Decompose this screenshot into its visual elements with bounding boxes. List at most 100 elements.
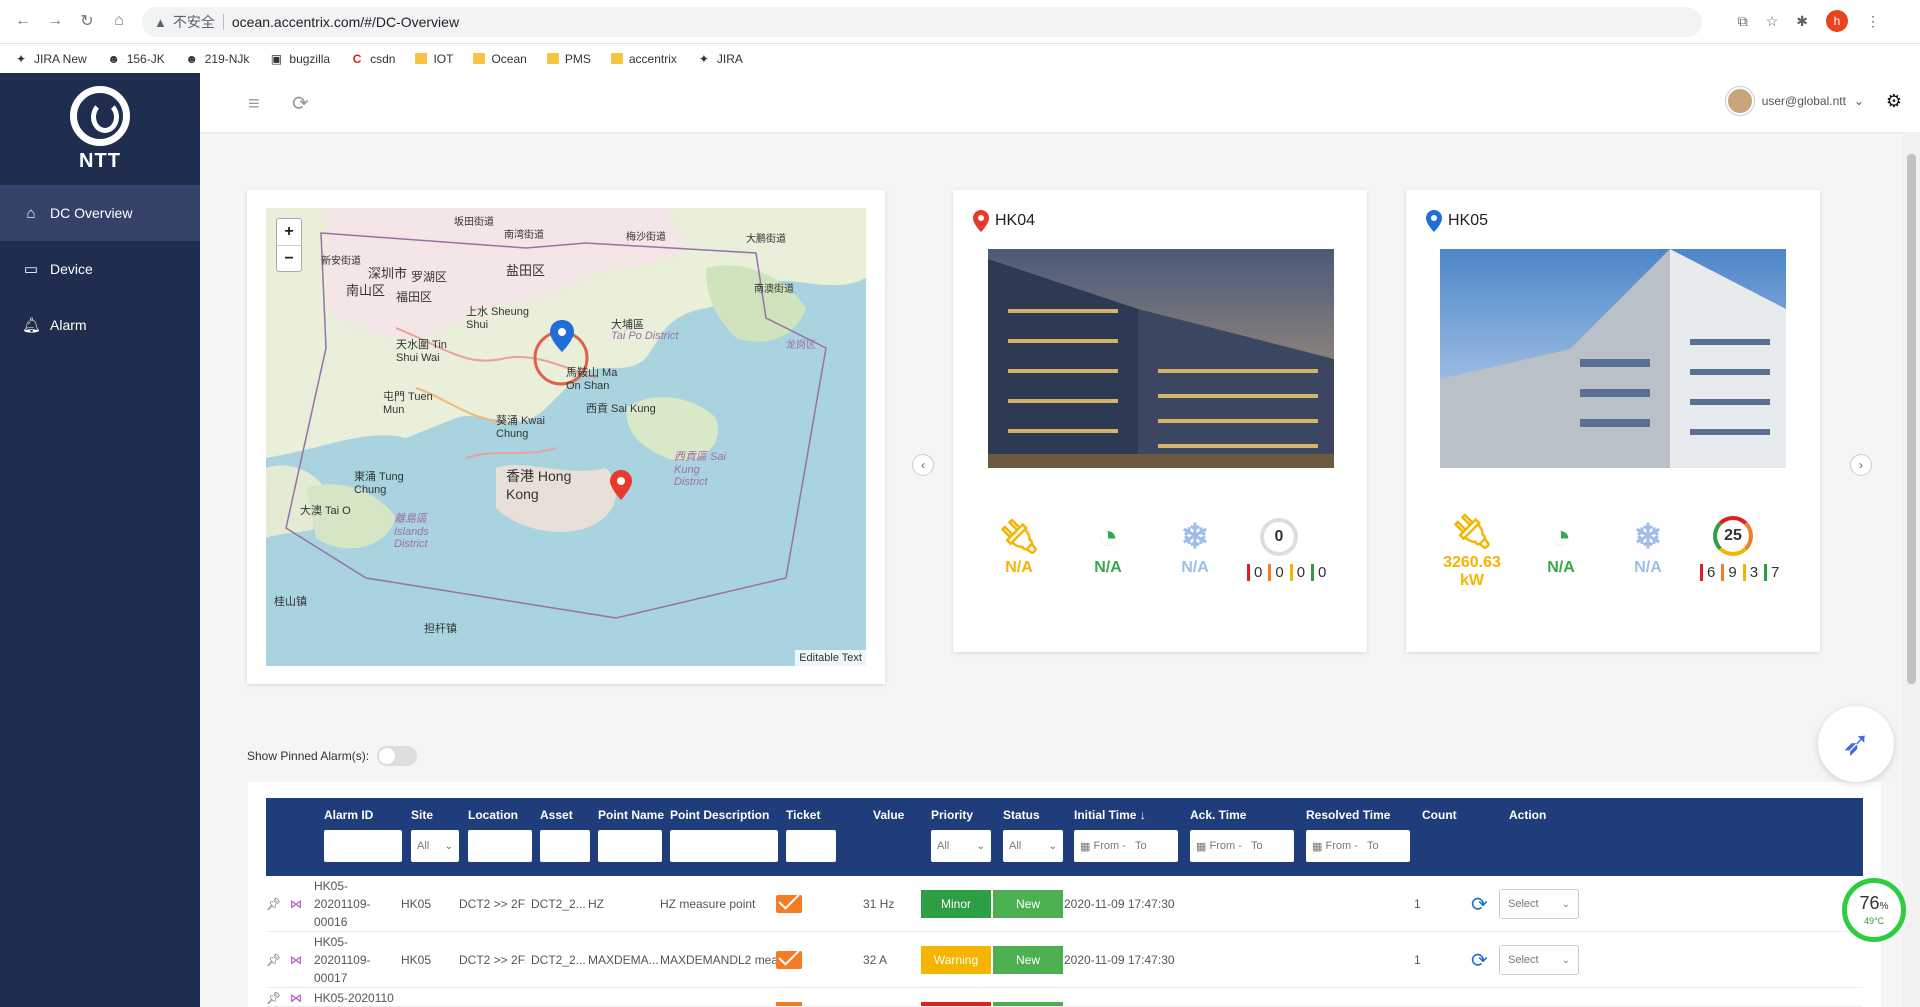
address-bar[interactable]: ▲ 不安全 ocean.accentrix.com/#/DC-Overview (142, 7, 1702, 37)
bookmark-csdn[interactable]: Ccsdn (350, 52, 396, 66)
filter-ack-time-range[interactable]: ▦ From - To (1190, 830, 1294, 862)
sort-down-icon[interactable]: ↓ (1140, 808, 1146, 822)
map-marker-hk04[interactable] (610, 470, 632, 500)
acknowledge-refresh-icon[interactable]: ⟳ (1471, 876, 1488, 932)
hamburger-menu-icon[interactable]: ≡ (248, 93, 260, 116)
filter-point-name-input[interactable] (598, 830, 662, 862)
assistant-bird-icon[interactable]: ➶ (1818, 706, 1894, 782)
chevron-down-icon: ⌄ (976, 840, 985, 852)
filter-site-select[interactable]: All ⌄ (411, 830, 459, 862)
menu-dots-icon[interactable]: ⋮ (1866, 13, 1880, 30)
map-label: 新安街道 (321, 256, 361, 267)
site-title-hk04: HK04 (973, 210, 1035, 232)
acknowledge-refresh-icon[interactable]: ⟳ (1471, 932, 1488, 988)
power-metric-hk05: 🔌︎ 3260.63 kW (1432, 510, 1512, 590)
map-label: 梅沙街道 (626, 232, 666, 243)
topology-icon[interactable]: ⋈ (290, 988, 314, 1006)
filter-initial-time-range[interactable]: ▦ From - To (1074, 830, 1178, 862)
gear-icon[interactable]: ⚙ (1886, 91, 1902, 112)
ntt-logo-icon (70, 85, 130, 146)
col-site[interactable]: Site (411, 808, 433, 822)
bookmark-bugzilla[interactable]: ▣ bugzilla (269, 52, 330, 66)
pin-icon[interactable]: 📌︎ (266, 932, 286, 988)
sidebar-item-device[interactable]: ▭ Device (0, 241, 200, 297)
col-point-name[interactable]: Point Name (598, 808, 664, 822)
action-select[interactable]: Select ⌄ (1499, 889, 1579, 919)
bookmark-219-njk[interactable]: ☻ 219-NJk (185, 52, 249, 66)
col-value[interactable]: Value (873, 808, 904, 822)
email-icon[interactable] (776, 951, 802, 969)
browser-toolbar: ← → ↻ ⌂ ▲ 不安全 ocean.accentrix.com/#/DC-O… (0, 0, 1920, 44)
col-ack-time[interactable]: Ack. Time (1190, 808, 1246, 822)
filter-ticket-input[interactable] (786, 830, 836, 862)
reload-icon[interactable]: ↻ (76, 10, 98, 32)
col-count[interactable]: Count (1422, 808, 1457, 822)
system-gauge-widget[interactable]: 76% 49°C (1842, 878, 1906, 942)
carousel-next-button[interactable]: › (1850, 454, 1872, 476)
filter-status-select[interactable]: All ⌄ (1003, 830, 1063, 862)
pin-icon[interactable]: 📌︎ (266, 988, 286, 1006)
sidebar-item-alarm[interactable]: 🔔︎ Alarm (0, 297, 200, 353)
warning-triangle-icon[interactable]: ▲ (154, 15, 167, 30)
col-resolved-time[interactable]: Resolved Time (1306, 808, 1390, 822)
filter-location-input[interactable] (468, 830, 532, 862)
bookmark-pms[interactable]: PMS (546, 52, 591, 66)
bookmark-jira-new[interactable]: ✦ JIRA New (14, 52, 87, 66)
pue-metric-hk04: ◔ N/A (1073, 515, 1143, 577)
filter-alarm-id-input[interactable] (324, 830, 402, 862)
col-action[interactable]: Action (1509, 808, 1546, 822)
col-ticket[interactable]: Ticket (786, 808, 820, 822)
filter-resolved-time-range[interactable]: ▦ From - To (1306, 830, 1410, 862)
site-card-hk04[interactable]: HK04 🔌︎ N/A ◔ N/A ❄ N/A 0 0 0 0 0 (953, 190, 1367, 652)
col-status[interactable]: Status (1003, 808, 1040, 822)
bookmark-iot[interactable]: IOT (415, 52, 453, 66)
extensions-icon[interactable]: ✱ (1796, 13, 1808, 30)
home-icon[interactable]: ⌂ (108, 10, 130, 32)
translate-icon[interactable]: ⧉ (1738, 13, 1748, 30)
ntt-logo[interactable]: NTT (0, 73, 200, 185)
action-select[interactable]: Select ⌄ (1499, 945, 1579, 975)
bookmark-ocean[interactable]: Ocean (473, 52, 527, 66)
pin-icon[interactable]: 📌︎ (266, 876, 286, 932)
region-map[interactable]: + − 深圳市 罗湖区 盐田区 南山区 福田区 大埔區 Tai Po Distr… (266, 208, 866, 666)
user-menu[interactable]: user@global.ntt ⌄ (1725, 87, 1864, 115)
back-icon[interactable]: ← (12, 10, 34, 32)
alarm-total-ring-hk05: 25 (1713, 516, 1753, 556)
table-row[interactable]: 📌︎ ⋈ HK05-20201109- (266, 988, 1863, 1007)
forward-icon[interactable]: → (44, 10, 66, 32)
page-scrollbar[interactable] (1903, 134, 1920, 1007)
sidebar-item-dc-overview[interactable]: ⌂ DC Overview (0, 185, 200, 241)
carousel-prev-button[interactable]: ‹ (912, 454, 934, 476)
topology-icon[interactable]: ⋈ (290, 932, 314, 988)
power-plug-icon: 🔌︎ (997, 518, 1041, 556)
site-card-hk05[interactable]: HK05 🔌︎ 3260.63 kW ◔ N/A ❄ N/A 25 6 9 3 … (1406, 190, 1820, 652)
map-label: 桂山镇 (274, 596, 307, 608)
zoom-in-button[interactable]: + (277, 219, 301, 245)
refresh-icon[interactable]: ⟳ (292, 91, 309, 116)
map-label: 龙岗区 (786, 340, 816, 351)
top-header: ≡ ⟳ user@global.ntt ⌄ ⚙ (200, 73, 1920, 133)
map-marker-hk05[interactable] (550, 320, 574, 352)
star-icon[interactable]: ☆ (1766, 13, 1779, 30)
email-icon[interactable] (776, 895, 802, 913)
table-row[interactable]: 📌︎ ⋈ HK05-20201109-00016 HK05 DCT2 >> 2F… (266, 876, 1863, 932)
pinned-alarms-toggle[interactable] (377, 746, 418, 766)
col-initial-time[interactable]: Initial Time ↓ (1074, 808, 1146, 822)
filter-point-description-input[interactable] (670, 830, 778, 862)
zoom-out-button[interactable]: − (277, 245, 301, 271)
topology-icon[interactable]: ⋈ (290, 876, 314, 932)
col-priority[interactable]: Priority (931, 808, 973, 822)
profile-avatar[interactable]: h (1826, 10, 1848, 32)
filter-priority-select[interactable]: All ⌄ (931, 830, 991, 862)
col-alarm-id[interactable]: Alarm ID (324, 808, 373, 822)
filter-asset-input[interactable] (540, 830, 590, 862)
email-icon[interactable] (776, 1002, 802, 1006)
bookmark-jira[interactable]: ✦ JIRA (697, 52, 743, 66)
col-location[interactable]: Location (468, 808, 518, 822)
table-row[interactable]: 📌︎ ⋈ HK05-20201109-00017 HK05 DCT2 >> 2F… (266, 932, 1863, 988)
bookmark-156-jk[interactable]: ☻ 156-JK (107, 52, 164, 66)
bookmark-accentrix[interactable]: accentrix (610, 52, 677, 66)
map-label: 南山区 (346, 283, 386, 298)
col-asset[interactable]: Asset (540, 808, 573, 822)
col-point-description[interactable]: Point Description (670, 808, 769, 822)
